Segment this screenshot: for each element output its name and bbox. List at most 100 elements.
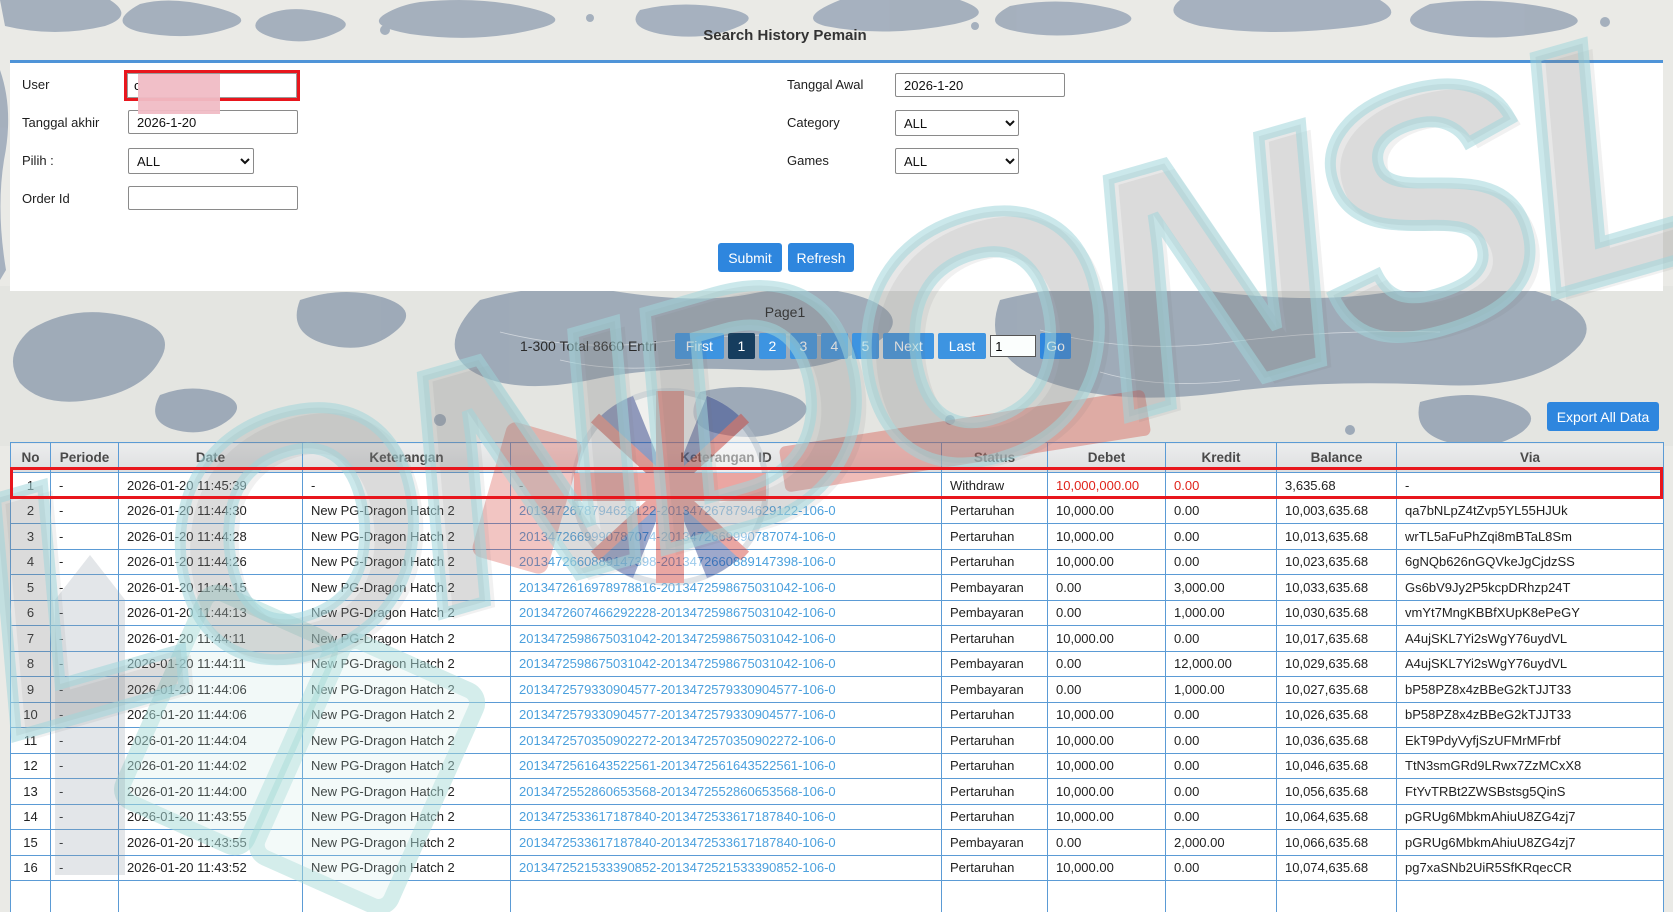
cell-via: Gs6bV9Jy2P5kcpDRhzp24T [1396,574,1664,601]
cell-empty [1047,880,1166,912]
cell-empty [941,880,1048,912]
cell-keterangan: New PG-Dragon Hatch 2 [302,676,511,703]
keterangan-id-link[interactable]: 2013472521533390852-2013472521533390852-… [510,854,942,881]
cell-status: Pertaruhan [941,727,1048,754]
table-row: 14-2026-01-20 11:43:55 New PG-Dragon Hatc… [10,803,1664,830]
table-row: 10-2026-01-20 11:44:06 New PG-Dragon Hatc… [10,701,1664,728]
keterangan-id-link[interactable]: 2013472579330904577-2013472579330904577-… [510,676,942,703]
cell-keterangan: New PG-Dragon Hatch 2 [302,829,511,856]
pagination-last-button[interactable]: Last [937,333,987,359]
cell-status: Pembayaran [941,574,1048,601]
tanggal-awal-input[interactable] [895,73,1065,97]
keterangan-id-link[interactable]: 2013472616978978816-2013472598675031042-… [510,574,942,601]
cell-debet: 0.00 [1047,676,1166,703]
cell-empty [118,880,303,912]
pilih-select[interactable]: ALL [128,148,254,174]
cell-balance: 10,026,635.68 [1276,701,1397,728]
cell-no: 9 [10,676,51,703]
games-label: Games [787,153,829,168]
cell-kredit: 0.00 [1165,727,1277,754]
cell-empty [50,880,119,912]
table-row: 9-2026-01-20 11:44:06 New PG-Dragon Hatch… [10,676,1664,703]
cell-debet: 10,000.00 [1047,701,1166,728]
cell-date: 2026-01-20 11:43:52 [118,854,303,881]
search-form-panel: User Tanggal akhir Pilih : ALL Order Id … [10,60,1663,291]
pagination-page-2[interactable]: 2 [758,333,786,359]
cell-debet: 0.00 [1047,574,1166,601]
cell-keterangan: New PG-Dragon Hatch 2 [302,574,511,601]
cell-debet: 10,000.00 [1047,625,1166,652]
pagination-next-button[interactable]: Next [882,333,934,359]
keterangan-id-link[interactable]: 2013472669990787074-2013472669990787074-… [510,523,942,550]
cell-empty [302,880,511,912]
cell-kredit: 0.00 [1165,497,1277,524]
keterangan-id-link[interactable]: 2013472561643522561-2013472561643522561-… [510,752,942,779]
cell-status: Pertaruhan [941,752,1048,779]
cell-debet: 0.00 [1047,599,1166,626]
cell-balance: 10,036,635.68 [1276,727,1397,754]
cell-balance: 10,046,635.68 [1276,752,1397,779]
keterangan-id-link[interactable]: 2013472678794629122-2013472678794629122-… [510,497,942,524]
keterangan-id-link[interactable]: 2013472607466292228-2013472598675031042-… [510,599,942,626]
history-table: No Periode Date Keterangan Keterangan ID… [10,442,1664,912]
cell-no: 12 [10,752,51,779]
cell-date: 2026-01-20 11:44:11 [118,625,303,652]
table-row: 3-2026-01-20 11:44:28 New PG-Dragon Hatch… [10,523,1664,550]
pagination-page-3[interactable]: 3 [789,333,817,359]
column-header-status: Status [941,442,1048,473]
games-select[interactable]: ALL [895,148,1019,174]
order-id-input[interactable] [128,186,298,210]
cell-no: 5 [10,574,51,601]
keterangan-id-link[interactable]: 2013472533617187840-2013472533617187840-… [510,803,942,830]
cell-status: Pertaruhan [941,803,1048,830]
cell-via: pg7xaSNb2UiR5SfKRqecCR [1396,854,1664,881]
cell-no: 7 [10,625,51,652]
cell-date: 2026-01-20 11:43:55 [118,803,303,830]
keterangan-id-link[interactable]: 2013472552860653568-2013472552860653568-… [510,778,942,805]
keterangan-id-link[interactable]: 2013472598675031042-2013472598675031042-… [510,650,942,677]
cell-kredit: 3,000.00 [1165,574,1277,601]
cell-balance: 10,033,635.68 [1276,574,1397,601]
cell-debet: 10,000.00 [1047,752,1166,779]
cell-periode: - [50,829,119,856]
cell-no: 6 [10,599,51,626]
cell-balance: 10,017,635.68 [1276,625,1397,652]
keterangan-id-link[interactable]: 2013472579330904577-2013472579330904577-… [510,701,942,728]
cell-periode: - [50,854,119,881]
cell-kredit: 2,000.00 [1165,829,1277,856]
export-all-data-button[interactable]: Export All Data [1547,402,1659,431]
keterangan-id-link[interactable]: 2013472598675031042-2013472598675031042-… [510,625,942,652]
cell-periode: - [50,574,119,601]
cell-status: Pertaruhan [941,497,1048,524]
cell-via: pGRUg6MbkmAhiuU8ZG4zj7 [1396,803,1664,830]
cell-debet: 10,000.00 [1047,778,1166,805]
refresh-button[interactable]: Refresh [788,243,854,272]
pagination-page-1[interactable]: 1 [727,333,755,359]
cell-periode: - [50,523,119,550]
category-select[interactable]: ALL [895,110,1019,136]
cell-empty [1276,880,1397,912]
cell-debet: 0.00 [1047,829,1166,856]
cell-no: 3 [10,523,51,550]
cell-no: 8 [10,650,51,677]
pagination-go-button[interactable]: Go [1040,333,1071,359]
keterangan-id-link[interactable]: 2013472660889147398-2013472660889147398-… [510,548,942,575]
keterangan-id-link[interactable]: 2013472533617187840-2013472533617187840-… [510,829,942,856]
column-header-date: Date [118,442,303,473]
cell-date: 2026-01-20 11:44:13 [118,599,303,626]
cell-date: 2026-01-20 11:44:02 [118,752,303,779]
submit-button[interactable]: Submit [718,243,782,272]
pagination-first-button[interactable]: First [674,333,724,359]
cell-via: bP58PZ8x4zBBeG2kTJJT33 [1396,676,1664,703]
cell-status: Pembayaran [941,829,1048,856]
cell-date: 2026-01-20 11:44:28 [118,523,303,550]
table-row: 2-2026-01-20 11:44:30 New PG-Dragon Hatch… [10,497,1664,524]
cell-date: 2026-01-20 11:44:26 [118,548,303,575]
pagination-goto-input[interactable] [990,335,1037,357]
cell-periode: - [50,497,119,524]
cell-kredit: 0.00 [1165,778,1277,805]
pagination-page-5[interactable]: 5 [851,333,879,359]
cell-balance: 10,029,635.68 [1276,650,1397,677]
keterangan-id-link[interactable]: 2013472570350902272-2013472570350902272-… [510,727,942,754]
pagination-page-4[interactable]: 4 [820,333,848,359]
